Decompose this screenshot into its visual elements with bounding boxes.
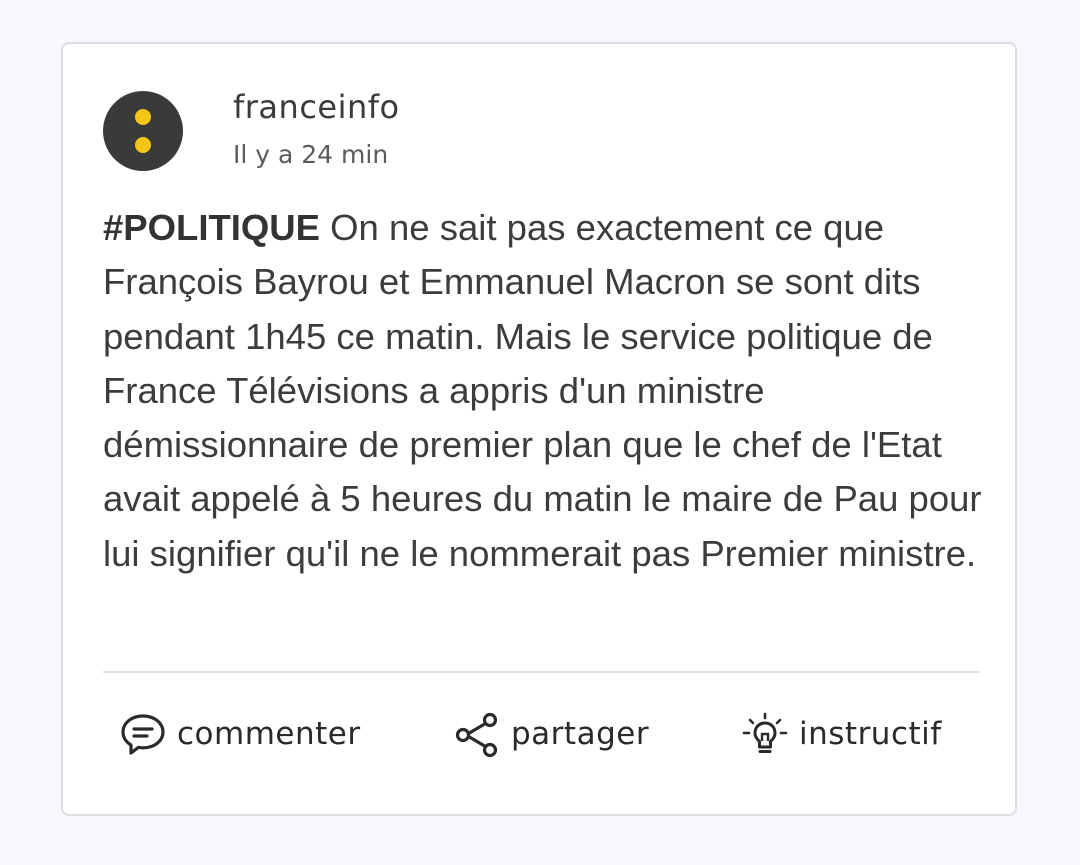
share-label: partager <box>511 716 650 752</box>
post-card: franceinfo Il y a 24 min #POLITIQUE On n… <box>61 42 1017 816</box>
share-button[interactable]: partager <box>453 704 649 764</box>
post-timestamp: Il y a 24 min <box>233 140 389 169</box>
insightful-label: instructif <box>799 716 942 752</box>
logo-dot-top <box>135 109 151 125</box>
source-name[interactable]: franceinfo <box>233 88 400 126</box>
share-icon <box>453 710 501 758</box>
comment-label: commenter <box>177 716 361 752</box>
post-text: On ne sait pas exactement ce que Françoi… <box>103 207 982 574</box>
divider <box>103 671 979 673</box>
comment-bubble-icon <box>119 710 167 758</box>
source-avatar[interactable] <box>103 91 183 171</box>
post-body: #POLITIQUE On ne sait pas exactement ce … <box>103 201 983 581</box>
post-hashtag[interactable]: #POLITIQUE <box>103 207 320 248</box>
insightful-button[interactable]: instructif <box>741 704 942 764</box>
logo-dot-bottom <box>135 137 151 153</box>
comment-button[interactable]: commenter <box>119 704 361 764</box>
lightbulb-icon <box>741 710 789 758</box>
action-bar: commenter partager instructif <box>63 704 1015 764</box>
